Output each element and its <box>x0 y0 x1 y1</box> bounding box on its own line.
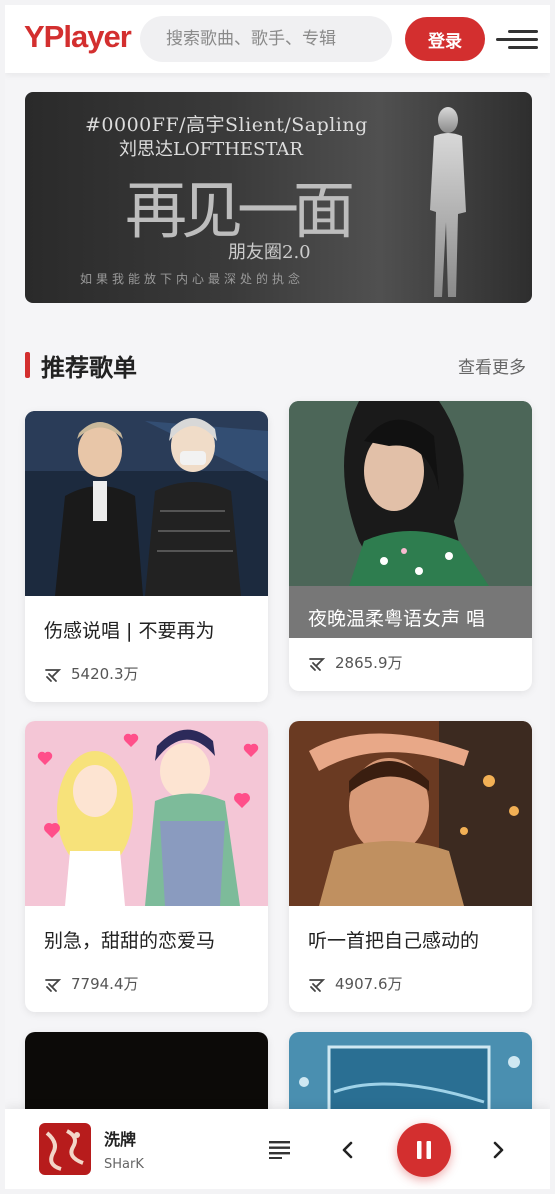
pause-icon <box>417 1141 431 1159</box>
next-track-button[interactable] <box>488 1139 510 1163</box>
playlist-card[interactable]: 夜晚温柔粤语女声 唱 2865.9万 <box>289 401 532 691</box>
playlist-cover-image <box>289 721 532 906</box>
banner-subtitle: 朋友圈2.0 <box>228 242 311 263</box>
headphone-play-icon <box>45 668 62 682</box>
section-accent-bar <box>25 352 30 378</box>
search-input[interactable] <box>140 16 392 62</box>
play-count: 5420.3万 <box>44 663 139 684</box>
view-more-link[interactable]: 查看更多 <box>458 353 526 378</box>
top-header: YPlayer 登录 <box>5 5 550 73</box>
banner-artists: #0000FF/高宇Slient/Sapling <box>85 114 368 136</box>
playlist-title: 伤感说唱 | 不要再为 <box>44 620 215 642</box>
app-logo[interactable]: YPlayer <box>24 19 132 55</box>
headphone-play-icon <box>309 657 326 671</box>
play-count: 7794.4万 <box>44 973 139 994</box>
playlist-title: 别急，甜甜的恋爱马 <box>44 930 216 952</box>
play-count-value: 2865.9万 <box>335 654 403 672</box>
mini-player: 洗牌 SHarK <box>5 1109 550 1189</box>
playlist-title: 夜晚温柔粤语女声 唱 <box>308 608 486 630</box>
playlist-title: 听一首把自己感动的 <box>308 930 480 952</box>
search-box[interactable] <box>140 16 392 62</box>
playlist-queue-button[interactable] <box>267 1138 293 1162</box>
chevron-right-icon <box>493 1141 504 1158</box>
pause-button[interactable] <box>397 1123 451 1177</box>
now-playing-title: 洗牌 <box>104 1130 137 1149</box>
list-icon <box>269 1140 290 1159</box>
play-count-value: 5420.3万 <box>71 665 139 683</box>
headphone-play-icon <box>45 978 62 992</box>
playlist-card[interactable]: 别急，甜甜的恋爱马 7794.4万 <box>25 721 268 1012</box>
play-count-value: 4907.6万 <box>335 975 403 993</box>
play-count: 2865.9万 <box>308 652 403 673</box>
play-count-value: 7794.4万 <box>71 975 139 993</box>
playlist-card[interactable]: 伤感说唱 | 不要再为 5420.3万 <box>25 411 268 702</box>
playlist-cover-image <box>25 411 268 596</box>
headphone-play-icon <box>309 978 326 992</box>
banner-silhouette-image <box>430 107 466 297</box>
playlist-cover-image <box>25 721 268 906</box>
chevron-left-icon <box>342 1141 353 1158</box>
album-art-image[interactable] <box>39 1123 91 1175</box>
login-button[interactable]: 登录 <box>405 17 485 61</box>
menu-icon[interactable] <box>492 29 540 49</box>
banner-title: 再见一面 <box>125 174 355 247</box>
banner-artist-2: 刘思达LOFTHESTAR <box>119 139 303 160</box>
playlist-card[interactable]: 听一首把自己感动的 4907.6万 <box>289 721 532 1012</box>
section-title: 推荐歌单 <box>41 354 137 382</box>
play-count: 4907.6万 <box>308 973 403 994</box>
now-playing-artist: SHarK <box>104 1157 144 1172</box>
banner-caption: 如果我能放下内心最深处的执念 <box>80 272 305 286</box>
playlist-cover-image <box>289 401 532 586</box>
app-frame: YPlayer 登录 #0000FF/高宇Slient/Sapling 刘思达L… <box>5 5 550 1189</box>
banner-carousel[interactable]: #0000FF/高宇Slient/Sapling 刘思达LOFTHESTAR 再… <box>25 92 532 303</box>
previous-track-button[interactable] <box>336 1139 358 1163</box>
